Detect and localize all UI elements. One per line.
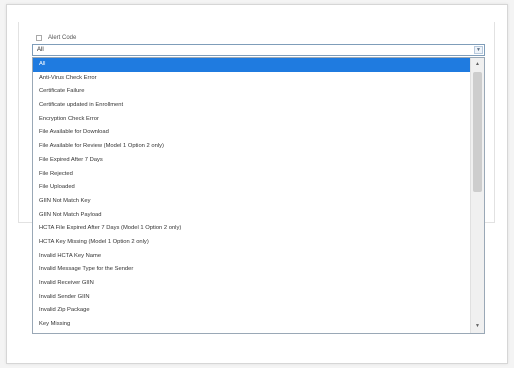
dropdown-option[interactable]: Key Missing [33, 318, 470, 332]
dropdown-option[interactable]: Invalid HCTA Key Name [33, 250, 470, 264]
dropdown-option[interactable]: File Rejected [33, 168, 470, 182]
dropdown-option[interactable]: File Expired After 7 Days [33, 154, 470, 168]
dropdown-option[interactable]: Invalid Message Type for the Sender [33, 263, 470, 277]
dropdown-option[interactable]: GIIN Not Match Key [33, 195, 470, 209]
alert-code-label: Alert Code [48, 35, 77, 41]
dropdown-option[interactable]: File Available for Download [33, 126, 470, 140]
dropdown-option[interactable]: HCTA File Expired After 7 Days (Model 1 … [33, 222, 470, 236]
dropdown-option[interactable]: GIIN Not Match Payload [33, 209, 470, 223]
dropdown-option[interactable]: Invalid Sender GIIN [33, 291, 470, 305]
dropdown-option[interactable]: Invalid Receiver GIIN [33, 277, 470, 291]
dropdown-option[interactable]: HCTA Key Missing (Model 1 Option 2 only) [33, 236, 470, 250]
chevron-down-icon[interactable]: ▼ [474, 46, 483, 54]
select-value: All [37, 47, 44, 53]
dropdown-option[interactable]: Encryption Check Error [33, 113, 470, 127]
alert-code-dropdown-list[interactable]: All Anti-Virus Check Error Certificate Fai… [32, 57, 485, 334]
chevron-up-icon[interactable]: ▲ [473, 60, 482, 69]
dropdown-option[interactable]: Invalid Zip Package [33, 304, 470, 318]
dropdown-option[interactable]: All [33, 58, 470, 72]
alert-code-row: Alert Code [36, 32, 76, 44]
dropdown-option[interactable]: Certificate Failure [33, 85, 470, 99]
dropdown-option[interactable]: Certificate updated in Enrollment [33, 99, 470, 113]
dropdown-option[interactable]: Anti-Virus Check Error [33, 72, 470, 86]
alert-code-select[interactable]: All ▼ [32, 44, 485, 56]
chevron-down-icon[interactable]: ▼ [473, 322, 482, 331]
scrollbar-thumb[interactable] [473, 72, 482, 192]
vertical-scrollbar[interactable]: ▲ ▼ [470, 58, 484, 333]
dropdown-option[interactable]: File Available for Review (Model 1 Optio… [33, 140, 470, 154]
dropdown-option[interactable]: File Uploaded [33, 181, 470, 195]
alert-code-checkbox[interactable] [36, 35, 42, 41]
option-list: All Anti-Virus Check Error Certificate Fai… [33, 58, 470, 332]
